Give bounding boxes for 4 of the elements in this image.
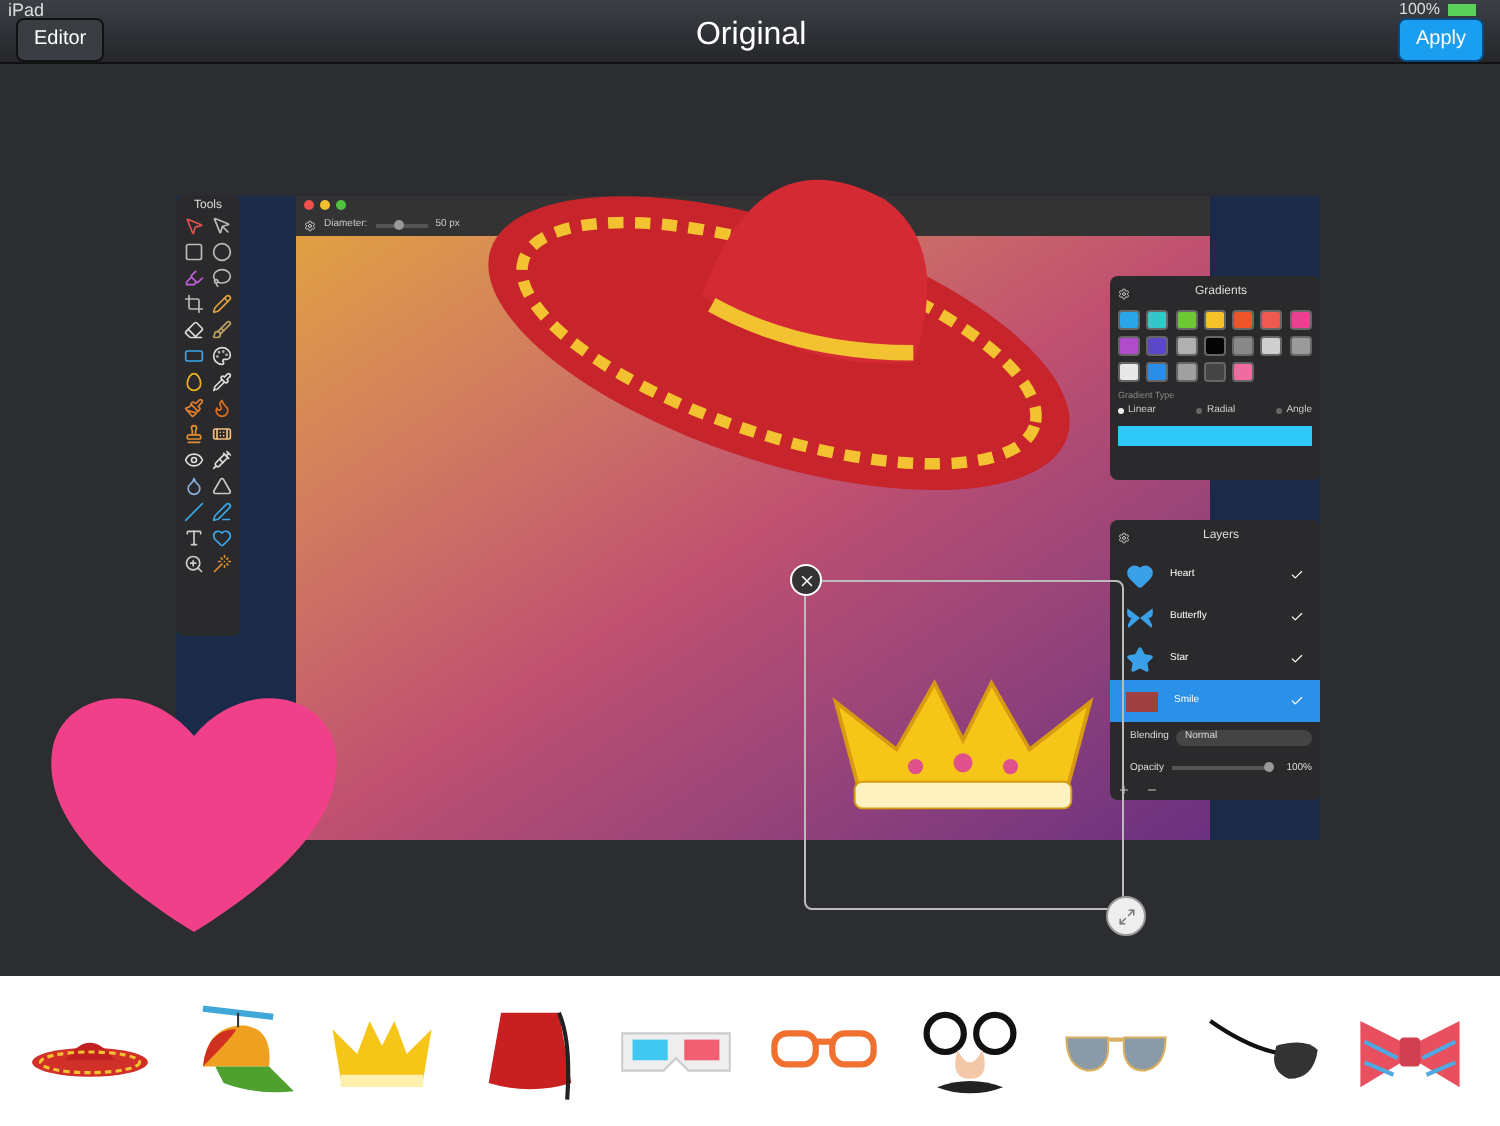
device-label: iPad (8, 0, 45, 22)
screen-title: Original (695, 15, 807, 55)
editor-back-button[interactable]: Editor (16, 17, 105, 61)
battery-percentage: 100% (1399, 0, 1440, 20)
